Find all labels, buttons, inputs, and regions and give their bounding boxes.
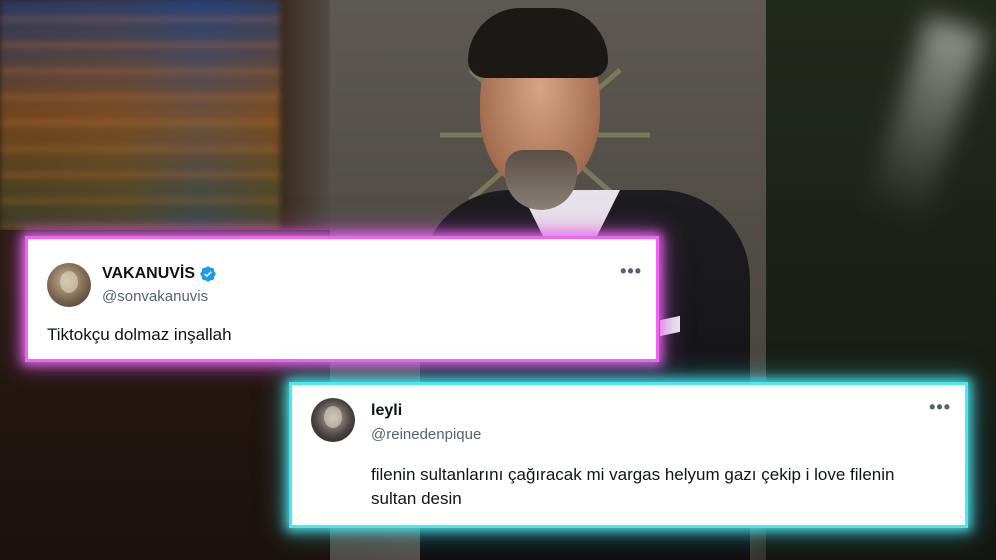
display-name[interactable]: leyli [371,402,402,420]
tweet-author-row: leyli [371,402,402,420]
person-hair [468,8,608,78]
tweet-author-row: VAKANUVİS [102,265,217,283]
user-avatar[interactable] [47,263,91,307]
more-options-icon[interactable]: ••• [620,262,642,280]
background-stage-lights [0,0,280,230]
tweet-card[interactable]: VAKANUVİS @sonvakanuvis ••• Tiktokçu dol… [25,236,659,362]
display-name[interactable]: VAKANUVİS [102,265,195,283]
tweet-text: Tiktokçu dolmaz inşallah [47,325,232,344]
user-handle[interactable]: @reinedenpique [371,426,481,443]
avatar-figure [60,271,78,293]
user-handle[interactable]: @sonvakanuvis [102,288,208,305]
more-options-icon[interactable]: ••• [929,398,951,416]
verified-badge-icon [200,266,216,282]
tweet-text: filenin sultanlarını çağıracak mi vargas… [371,465,895,508]
avatar-figure [324,406,342,428]
user-avatar[interactable] [311,398,355,442]
tweet-card[interactable]: leyli @reinedenpique ••• filenin sultanl… [289,382,968,528]
